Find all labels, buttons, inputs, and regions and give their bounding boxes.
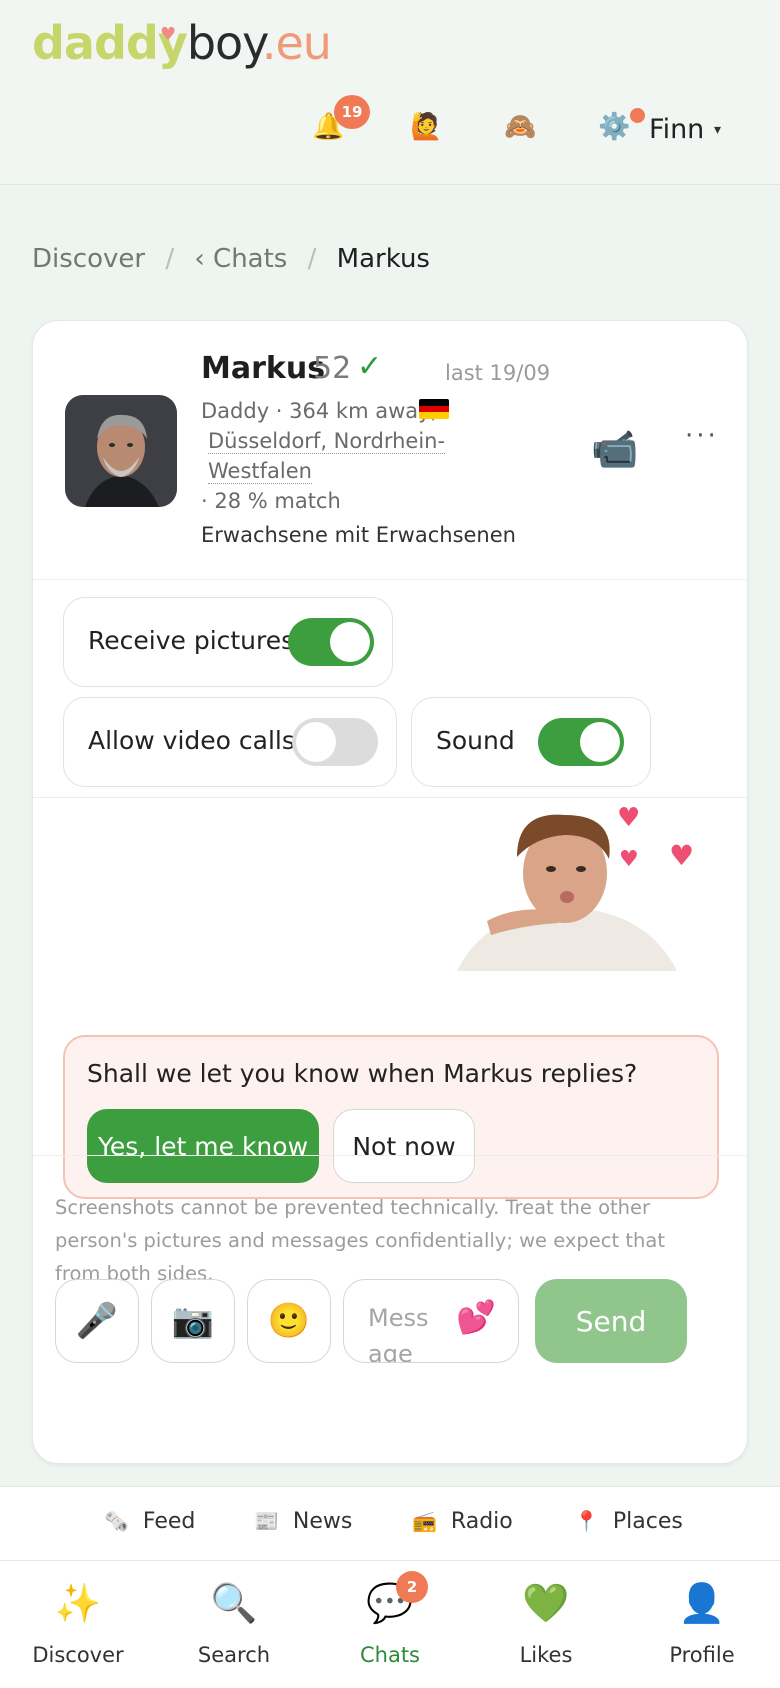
tab-search-label: Search <box>197 1643 271 1667</box>
tab-profile[interactable]: 👤 Profile <box>624 1581 780 1667</box>
kiss-sticker-image: ♥ ♥ ♥ <box>447 803 694 971</box>
see-no-evil-monkey-icon[interactable]: 🙈 <box>504 112 536 142</box>
heart-icon: ♥ <box>619 847 639 872</box>
subnav-feed[interactable]: 🗞️ Feed <box>104 1509 195 1534</box>
chats-unread-badge: 2 <box>396 1571 428 1603</box>
not-now-button[interactable]: Not now <box>333 1109 475 1183</box>
emoji-button[interactable]: 🙂 <box>247 1279 331 1363</box>
camera-icon: 📷 <box>171 1301 215 1341</box>
tab-chats-label: Chats <box>359 1643 421 1667</box>
sound-toggle[interactable] <box>538 718 624 766</box>
breadcrumb: Discover / ‹ Chats / Markus <box>32 244 442 274</box>
subnav-radio[interactable]: 📻 Radio <box>412 1509 513 1534</box>
profile-role-distance: Daddy · 364 km away, <box>201 399 438 423</box>
heart-icon: ♥ <box>669 839 695 872</box>
speech-bubble-icon: 💬 <box>366 1581 414 1625</box>
newspaper-icon: 📰 <box>254 1509 279 1533</box>
tab-profile-label: Profile <box>669 1643 735 1667</box>
profile-match: · 28 % match <box>201 489 341 513</box>
profile-location-line2[interactable]: Westfalen <box>208 459 312 484</box>
microphone-button[interactable]: 🎤 <box>55 1279 139 1363</box>
subnav-radio-label: Radio <box>450 1509 513 1534</box>
more-options-icon[interactable]: ··· <box>685 421 719 451</box>
gear-icon[interactable]: ⚙️ <box>598 112 630 142</box>
sound-label: Sound <box>436 726 515 755</box>
subnav-news-label: News <box>292 1509 353 1534</box>
breadcrumb-separator: / <box>165 244 175 274</box>
sparkles-icon: ✨ <box>54 1581 102 1625</box>
breadcrumb-current: Markus <box>336 244 430 274</box>
secondary-nav: 🗞️ Feed 📰 News 📻 Radio 📍 Places <box>0 1486 780 1560</box>
send-button[interactable]: Send <box>535 1279 687 1363</box>
settings-alert-dot <box>630 108 645 123</box>
notify-question: Shall we let you know when Markus replie… <box>87 1059 638 1088</box>
reply-notification-prompt: Shall we let you know when Markus replie… <box>63 1035 719 1199</box>
bottom-tab-bar: ✨ Discover 🔍 Search 💬 Chats 2 💚 Likes 👤 … <box>0 1560 780 1688</box>
smiley-icon: 🙂 <box>267 1301 311 1341</box>
subnav-places[interactable]: 📍 Places <box>574 1509 683 1534</box>
tab-likes-label: Likes <box>519 1643 573 1667</box>
germany-flag-icon <box>419 399 449 419</box>
logo-text-boy: boy <box>186 16 263 70</box>
notifications-badge: 19 <box>334 95 370 129</box>
video-camera-icon[interactable]: 📹 <box>591 427 638 472</box>
tab-likes[interactable]: 💚 Likes <box>468 1581 624 1667</box>
divider <box>33 1155 749 1156</box>
profile-age: 52 <box>313 351 352 386</box>
breadcrumb-discover[interactable]: Discover <box>32 244 145 274</box>
receive-pictures-setting: Receive pictures <box>63 597 393 687</box>
receive-pictures-toggle[interactable] <box>288 618 374 666</box>
subnav-places-label: Places <box>612 1509 683 1534</box>
app-logo[interactable]: daddyboy.eu ♥ <box>32 16 332 70</box>
divider <box>33 579 749 580</box>
search-icon: 🔍 <box>210 1581 258 1625</box>
yes-notify-button[interactable]: Yes, let me know <box>87 1109 319 1183</box>
two-hearts-icon[interactable]: 💕 <box>456 1298 496 1336</box>
radio-icon: 📻 <box>412 1509 437 1533</box>
allow-video-calls-toggle[interactable] <box>292 718 378 766</box>
newspaper-roll-icon: 🗞️ <box>104 1509 129 1533</box>
green-heart-icon: 💚 <box>522 1581 570 1625</box>
tab-discover-label: Discover <box>32 1643 124 1667</box>
allow-video-calls-label: Allow video calls <box>88 726 295 755</box>
user-menu-name[interactable]: Finn <box>649 114 704 145</box>
profile-name[interactable]: Markus <box>201 351 325 386</box>
profile-preference: Erwachsene mit Erwachsenen <box>201 523 516 547</box>
heart-icon: ♥ <box>617 803 641 833</box>
breadcrumb-separator: / <box>307 244 317 274</box>
subnav-news[interactable]: 📰 News <box>254 1509 352 1534</box>
verified-check-icon: ✓ <box>357 349 383 384</box>
app-header: daddyboy.eu ♥ 🔔 19 🙋 🙈 ⚙️ Finn ▾ <box>0 0 780 185</box>
breadcrumb-chats[interactable]: ‹ Chats <box>194 244 287 274</box>
avatar[interactable] <box>65 395 177 507</box>
last-seen: last 19/09 <box>445 361 551 385</box>
sound-setting: Sound <box>411 697 651 787</box>
subnav-feed-label: Feed <box>142 1509 196 1534</box>
logo-text-eu: .eu <box>261 16 332 70</box>
screenshot-disclaimer: Screenshots cannot be prevented technica… <box>55 1196 665 1285</box>
pin-icon: 📍 <box>574 1509 599 1533</box>
chat-card: Markus 52 ✓ last 19/09 Daddy · 364 km aw… <box>32 320 749 1464</box>
waving-person-icon[interactable]: 🙋 <box>410 112 442 142</box>
tab-discover[interactable]: ✨ Discover <box>0 1581 156 1667</box>
tab-chats[interactable]: 💬 Chats <box>312 1581 468 1667</box>
receive-pictures-label: Receive pictures <box>88 626 295 655</box>
allow-video-calls-setting: Allow video calls <box>63 697 397 787</box>
logo-heart-icon: ♥ <box>160 24 176 45</box>
person-icon: 👤 <box>678 1581 726 1625</box>
divider <box>33 797 749 798</box>
tab-search[interactable]: 🔍 Search <box>156 1581 312 1667</box>
message-input[interactable]: Message 💕 <box>343 1279 519 1363</box>
message-placeholder: Message <box>368 1304 429 1363</box>
chevron-down-icon[interactable]: ▾ <box>714 122 721 138</box>
microphone-icon: 🎤 <box>75 1301 119 1341</box>
camera-button[interactable]: 📷 <box>151 1279 235 1363</box>
profile-location-line1[interactable]: Düsseldorf, Nordrhein- <box>208 429 446 454</box>
